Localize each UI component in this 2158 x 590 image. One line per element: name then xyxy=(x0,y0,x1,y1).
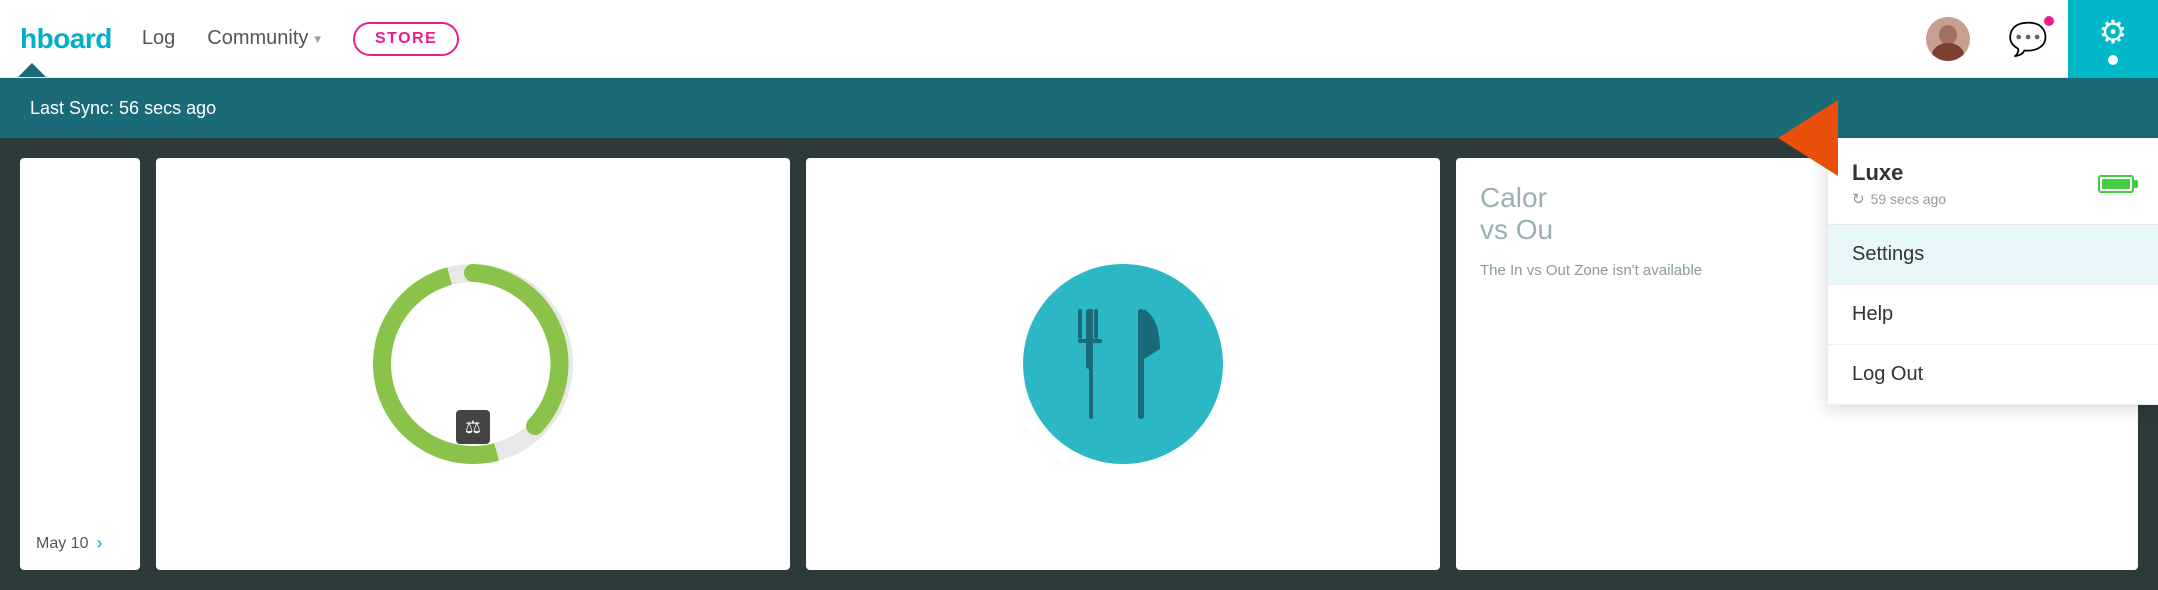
battery-body xyxy=(2098,175,2134,193)
navbar: hboard Log Community ▾ STORE 💬 ⚙ xyxy=(0,0,2158,78)
brand-text: hboard xyxy=(20,23,122,55)
arrow-pointer-icon xyxy=(1778,100,1838,176)
dashboard-content: May 10 › ⚖ xyxy=(0,138,2158,590)
settings-button[interactable]: ⚙ xyxy=(2068,0,2158,78)
gear-icon: ⚙ xyxy=(2099,13,2128,51)
nav-log[interactable]: Log xyxy=(142,27,175,50)
messages-button[interactable]: 💬 xyxy=(1988,0,2068,78)
date-next-icon[interactable]: › xyxy=(96,533,102,554)
food-icon-circle xyxy=(1023,264,1223,464)
food-card xyxy=(806,158,1440,570)
avatar xyxy=(1926,17,1970,61)
date-card: May 10 › xyxy=(20,158,140,570)
nav-active-indicator xyxy=(18,63,46,77)
nav-right: 💬 ⚙ xyxy=(1908,0,2158,78)
message-icon: 💬 xyxy=(2008,20,2048,58)
device-name: Luxe xyxy=(1852,160,1946,186)
device-info: Luxe ↻ 59 secs ago xyxy=(1852,160,1946,208)
scale-icon: ⚖ xyxy=(456,410,490,444)
fork-knife-svg xyxy=(1068,299,1178,429)
message-badge xyxy=(2044,16,2054,26)
sync-icon: ↻ xyxy=(1852,190,1865,208)
battery-indicator xyxy=(2098,175,2134,193)
community-label: Community xyxy=(207,27,308,50)
sync-info: ↻ 59 secs ago xyxy=(1852,190,1946,208)
battery-fill xyxy=(2102,179,2130,189)
community-chevron-icon: ▾ xyxy=(314,31,321,47)
dropdown-settings-item[interactable]: Settings xyxy=(1828,225,2158,285)
sync-text: Last Sync: 56 secs ago xyxy=(30,98,216,119)
steps-card: ⚖ xyxy=(156,158,790,570)
nav-links: Log Community ▾ STORE xyxy=(142,22,459,56)
steps-circle: ⚖ xyxy=(373,264,573,464)
avatar-button[interactable] xyxy=(1908,0,1988,78)
date-navigator[interactable]: May 10 › xyxy=(36,533,124,554)
store-button[interactable]: STORE xyxy=(353,22,459,56)
notification-dot xyxy=(2108,55,2118,65)
dropdown-menu: Luxe ↻ 59 secs ago Settings Help Log Out xyxy=(1828,138,2158,405)
dropdown-help-item[interactable]: Help xyxy=(1828,285,2158,345)
sync-time: 59 secs ago xyxy=(1871,191,1947,207)
date-label: May 10 xyxy=(36,535,88,553)
dropdown-logout-item[interactable]: Log Out xyxy=(1828,345,2158,405)
dropdown-header: Luxe ↻ 59 secs ago xyxy=(1828,138,2158,225)
nav-community[interactable]: Community ▾ xyxy=(207,27,321,50)
